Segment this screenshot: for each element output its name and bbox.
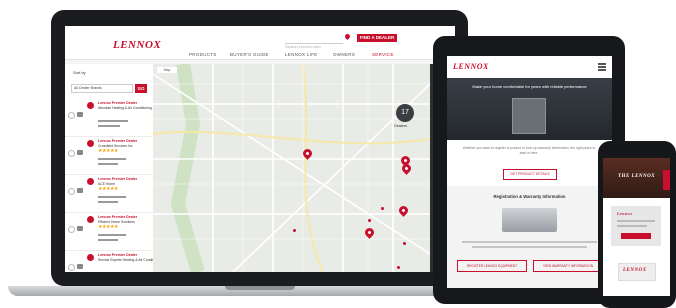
registration-section: Registration & Warranty Information REGI… bbox=[447, 186, 612, 288]
hamburger-menu-icon[interactable] bbox=[598, 63, 606, 65]
nav-owners[interactable]: OWNERS bbox=[333, 52, 355, 57]
tablet-hero: Make your home comfortable for years wit… bbox=[447, 78, 612, 140]
map-pin-icon bbox=[87, 216, 94, 223]
map-pin-icon bbox=[87, 254, 94, 261]
dealer-list-item[interactable]: Lennox Premier Dealer Crossfield Service… bbox=[65, 136, 153, 175]
dealer-list-item[interactable]: Lennox Premier Dealer Absolute Heating &… bbox=[65, 98, 153, 137]
map-dot-icon[interactable] bbox=[397, 266, 400, 269]
dealer-detail-line bbox=[98, 120, 128, 122]
map-pin-icon bbox=[87, 102, 94, 109]
get-details-button[interactable]: GET PRODUCT DETAILS bbox=[503, 169, 557, 180]
dealer-name: Lennox Premier Dealer bbox=[98, 253, 138, 257]
laptop-screen: LENNOX Search Lennox.com FIND A DEALER P… bbox=[65, 26, 455, 272]
compare-checkbox[interactable] bbox=[68, 226, 75, 233]
phone-hero-text: THE LENNOX bbox=[618, 174, 656, 179]
map-dot-icon[interactable] bbox=[368, 219, 371, 222]
hero-text: Make your home comfortable for years wit… bbox=[472, 84, 587, 89]
phone-screen: THE LENNOX Lennox LENNOX bbox=[603, 158, 670, 296]
phone-icon[interactable] bbox=[77, 112, 83, 117]
dealer-detail-line bbox=[98, 163, 118, 165]
dealer-name: Lennox Premier Dealer bbox=[98, 177, 138, 181]
dealer-map[interactable]: Map 17 Dealers bbox=[153, 64, 430, 272]
dealer-list-item[interactable]: Lennox Premier Dealer ACE Home ★★★★★ bbox=[65, 174, 153, 213]
results-count-badge: 17 bbox=[396, 104, 414, 122]
dealer-detail-line bbox=[98, 196, 126, 198]
section-title: Registration & Warranty Information bbox=[493, 194, 566, 199]
dealer-list-item[interactable]: Lennox Premier Dealer Efficient Home Sol… bbox=[65, 212, 153, 251]
side-tab[interactable] bbox=[663, 170, 670, 190]
dealer-detail-line bbox=[98, 158, 126, 160]
compare-checkbox[interactable] bbox=[68, 112, 75, 119]
card-button[interactable] bbox=[621, 233, 651, 239]
laptop-notch bbox=[225, 286, 295, 290]
sort-label: Sort by bbox=[73, 70, 86, 75]
search-placeholder: Search Lennox.com bbox=[285, 44, 321, 49]
nav-products[interactable]: PRODUCTS bbox=[189, 52, 217, 57]
find-dealer-button[interactable]: FIND A DEALER bbox=[357, 34, 397, 42]
text-line bbox=[472, 246, 587, 248]
phone-hero: THE LENNOX bbox=[603, 158, 670, 198]
phone-card-logo: Lennox bbox=[617, 211, 633, 216]
map-type-toggle[interactable]: Map bbox=[157, 67, 177, 73]
dealer-company: Absolute Heating & Air Conditioning bbox=[98, 106, 152, 110]
location-pin-icon bbox=[343, 32, 352, 41]
lennox-logo[interactable]: LENNOX bbox=[113, 39, 161, 51]
compare-checkbox[interactable] bbox=[68, 150, 75, 157]
dealer-list-panel: Sort by All Dealer Brands GO Lennox Prem… bbox=[65, 64, 162, 272]
dealer-name: Lennox Premier Dealer bbox=[98, 101, 138, 105]
text-line bbox=[617, 225, 647, 227]
tablet-lennox-logo[interactable]: LENNOX bbox=[453, 62, 489, 71]
star-rating: ★★★★★ bbox=[98, 148, 118, 154]
nav-service[interactable]: SERVICE bbox=[372, 52, 394, 57]
dealer-detail-line bbox=[98, 125, 120, 127]
phone-card[interactable]: Lennox bbox=[611, 206, 661, 246]
tablet-header: LENNOX bbox=[447, 56, 612, 79]
register-equipment-button[interactable]: REGISTER LENNOX EQUIPMENT bbox=[457, 260, 527, 272]
dealer-name: Lennox Premier Dealer bbox=[98, 215, 138, 219]
phone-icon[interactable] bbox=[77, 226, 83, 231]
filter-go-button[interactable]: GO bbox=[135, 84, 147, 93]
star-rating: ★★★★★ bbox=[98, 224, 118, 230]
air-conditioner-image bbox=[502, 208, 557, 232]
view-warranty-button[interactable]: VIEW WARRANTY INFORMATION bbox=[533, 260, 603, 272]
map-dot-icon[interactable] bbox=[293, 229, 296, 232]
tablet-screen: LENNOX Make your home comfortable for ye… bbox=[447, 56, 612, 288]
text-line bbox=[617, 220, 655, 222]
nav-buyers-guide[interactable]: BUYER'S GUIDE bbox=[230, 52, 269, 57]
dealer-detail-line bbox=[98, 234, 126, 236]
intro-text: Whether you want to register a product o… bbox=[462, 146, 596, 155]
dealer-list-item[interactable]: Lennox Premier Dealer Service Experts He… bbox=[65, 250, 162, 272]
dealer-filter-select[interactable]: All Dealer Brands bbox=[71, 84, 133, 93]
text-line bbox=[462, 241, 597, 243]
dealer-name: Lennox Premier Dealer bbox=[98, 139, 138, 143]
map-pin-icon bbox=[87, 178, 94, 185]
dealer-detail-line bbox=[98, 201, 118, 203]
search-input[interactable]: Search Lennox.com bbox=[285, 35, 343, 49]
site-header: LENNOX Search Lennox.com FIND A DEALER P… bbox=[65, 26, 455, 60]
map-pin-icon bbox=[87, 140, 94, 147]
results-label: Dealers bbox=[394, 124, 408, 128]
phone-icon[interactable] bbox=[77, 264, 83, 269]
phone-bottom-logo[interactable]: LENNOX bbox=[623, 268, 647, 273]
phone-footer-logo-box: LENNOX bbox=[618, 263, 656, 281]
map-dot-icon[interactable] bbox=[403, 242, 406, 245]
dealer-detail-line bbox=[98, 239, 118, 241]
nav-lennox-life[interactable]: LENNOX LIFE bbox=[285, 52, 318, 57]
compare-checkbox[interactable] bbox=[68, 188, 75, 195]
phone-icon[interactable] bbox=[77, 188, 83, 193]
phone-icon[interactable] bbox=[77, 150, 83, 155]
hero-equipment-image bbox=[512, 98, 546, 134]
compare-checkbox[interactable] bbox=[68, 264, 75, 271]
map-dot-icon[interactable] bbox=[381, 207, 384, 210]
map-streets bbox=[153, 64, 430, 272]
star-rating: ★★★★★ bbox=[98, 186, 118, 192]
